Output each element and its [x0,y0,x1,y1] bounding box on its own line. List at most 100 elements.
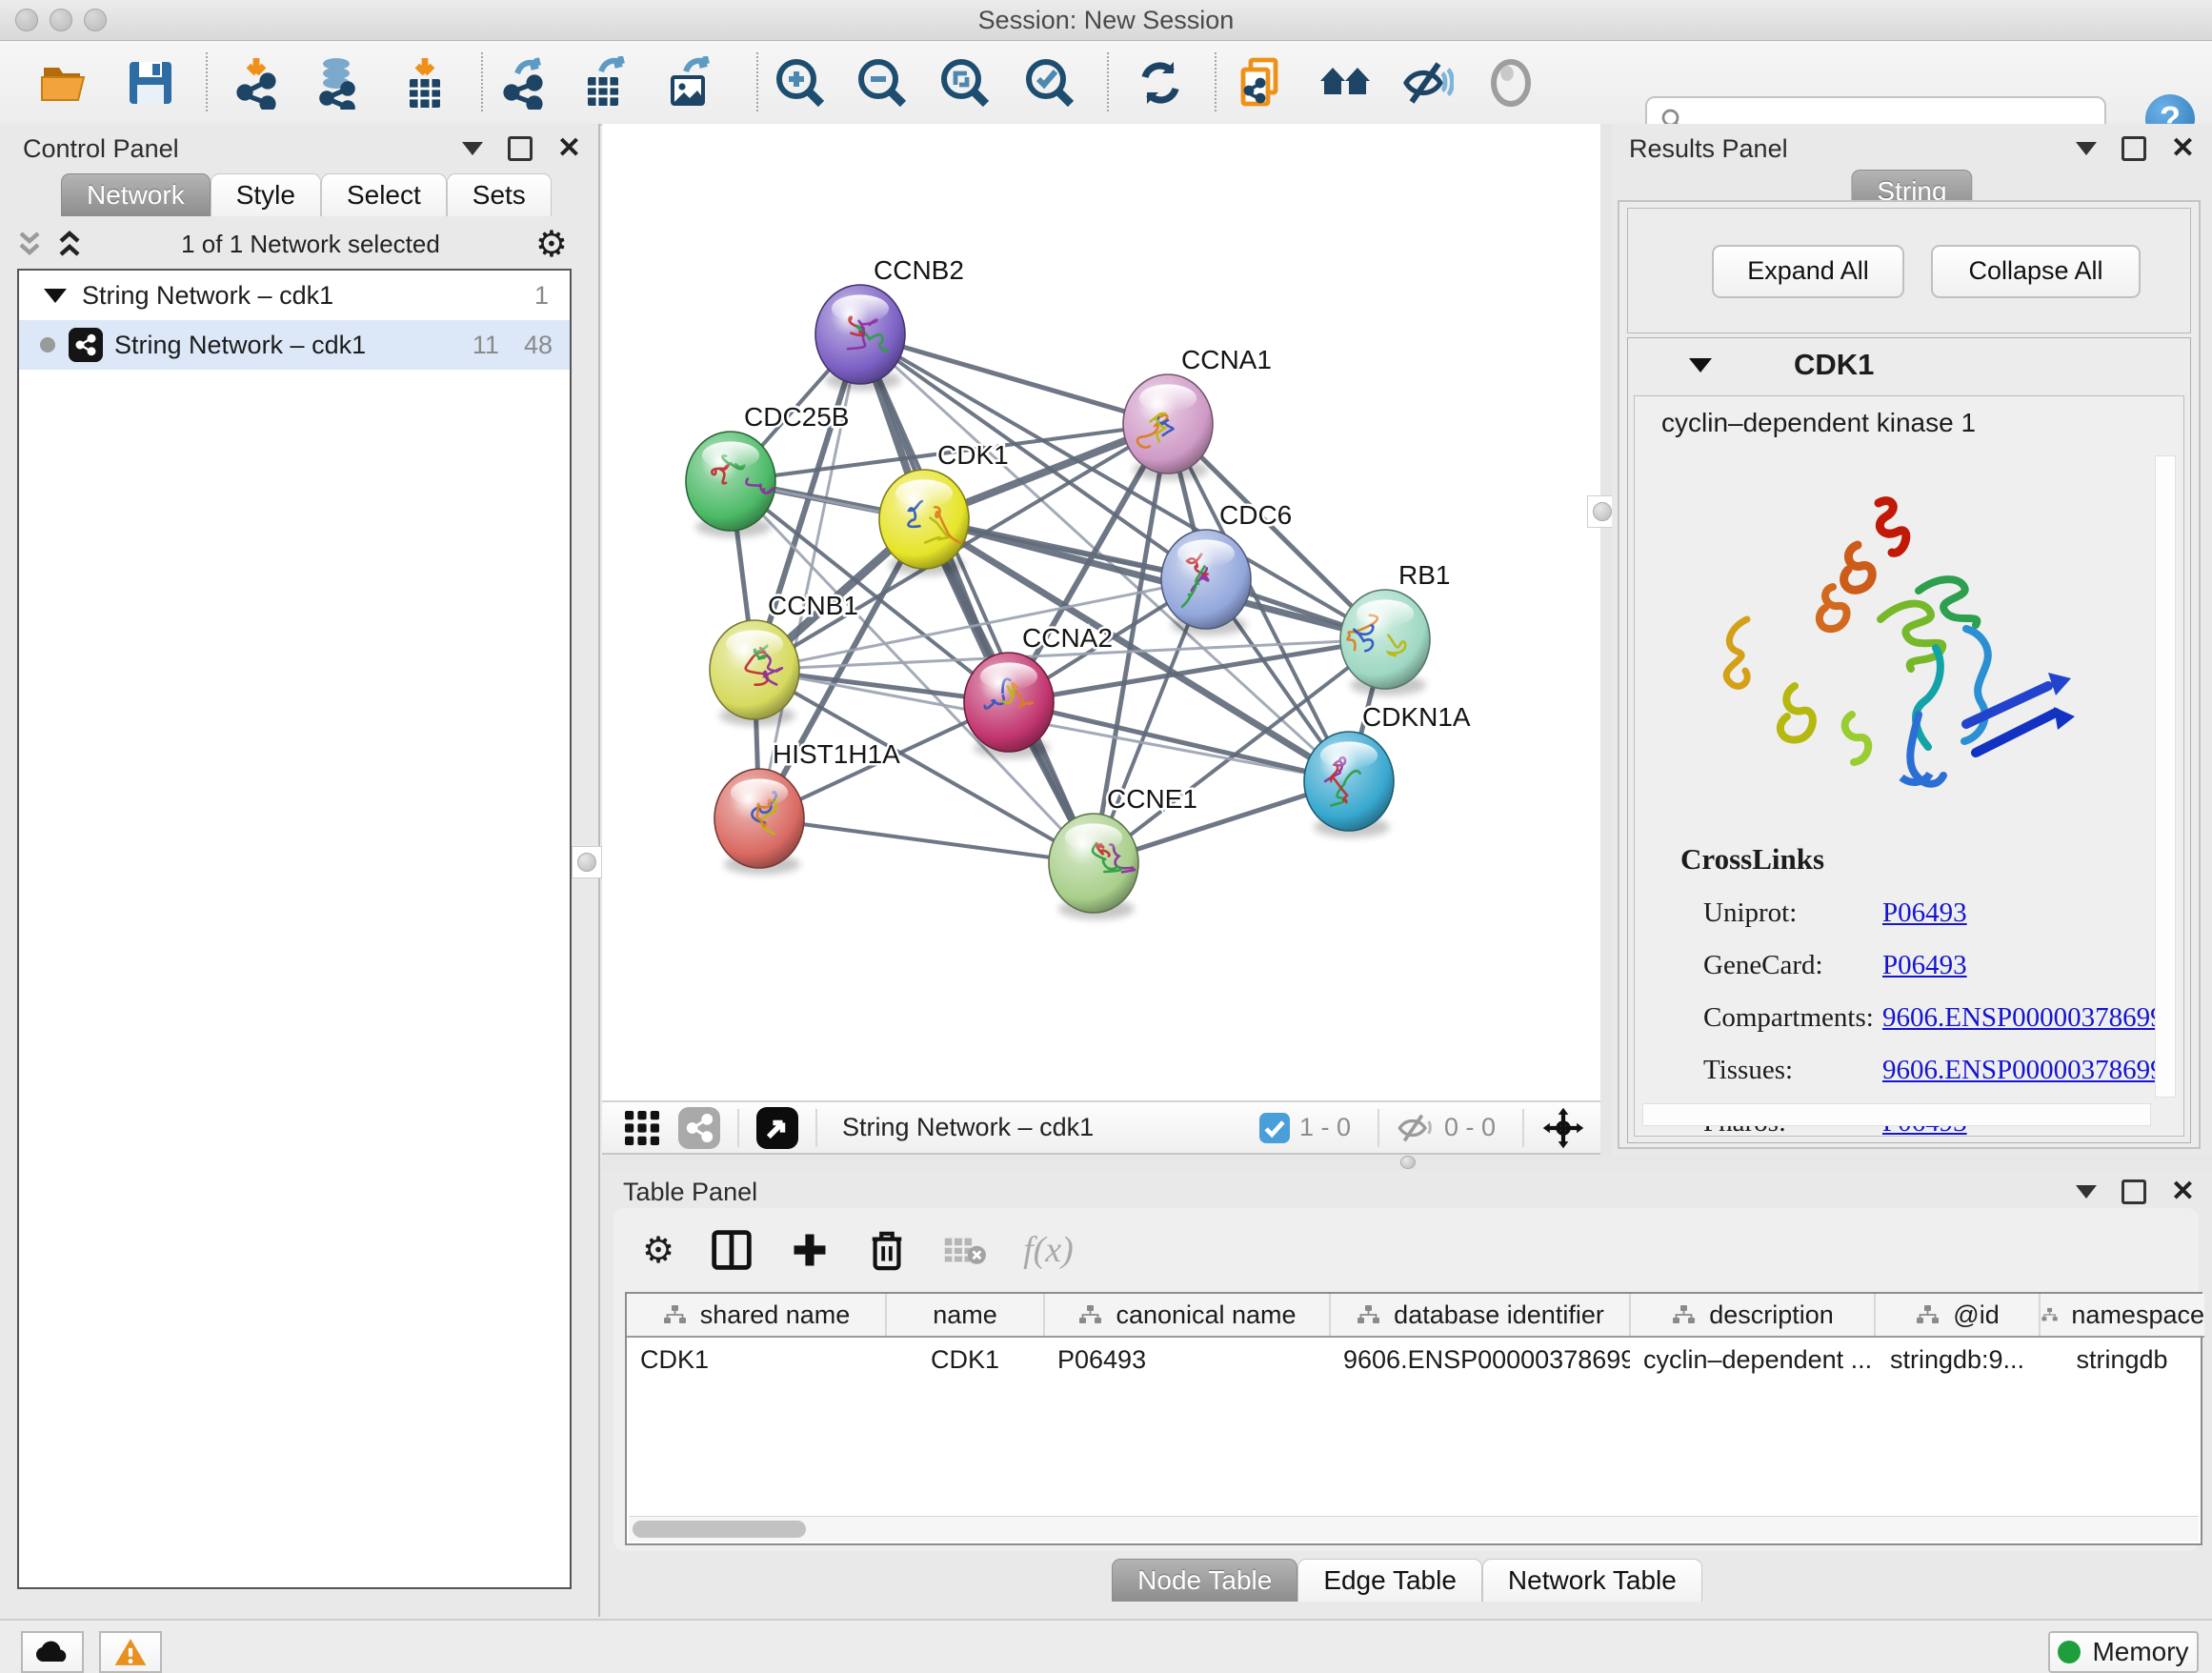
export-image-icon[interactable] [663,56,716,110]
add-column-icon[interactable] [789,1229,831,1271]
zoom-in-icon[interactable] [774,56,827,110]
refresh-icon[interactable] [1134,56,1187,110]
horizontal-splitter[interactable] [602,1155,2212,1170]
export-network-icon[interactable] [498,56,552,110]
results-vertical-scrollbar[interactable] [2155,455,2176,1098]
panel-float-icon[interactable] [2122,136,2146,161]
tab-style[interactable]: Style [211,173,321,216]
table-cell[interactable]: CDK1 [627,1337,886,1381]
table-cell[interactable]: 9606.ENSP00000378699 [1330,1337,1630,1381]
tab-network[interactable]: Network [61,173,211,216]
column-header--id[interactable]: @id [1875,1294,2040,1337]
toolbar-separator [206,52,208,111]
zoom-fit-icon[interactable] [938,56,992,110]
network-view-icon[interactable] [678,1107,720,1149]
panel-menu-icon[interactable] [2076,1185,2097,1199]
column-header-description[interactable]: description [1630,1294,1875,1337]
network-collection-label: String Network – cdk1 [82,281,333,311]
collapse-all-button[interactable]: Collapse All [1931,245,2141,298]
panel-close-icon[interactable]: ✕ [2171,1182,2195,1201]
zoom-selected-icon[interactable] [1023,56,1076,110]
splitter-handle[interactable] [1400,1156,1416,1169]
network-edge[interactable] [759,818,1094,863]
hidden-eye-icon[interactable] [1397,1112,1435,1144]
network-node-hist1h1a[interactable]: HIST1H1A [714,739,900,875]
open-session-icon[interactable] [38,56,91,110]
table-row[interactable]: CDK1CDK1P064939606.ENSP00000378699cyclin… [627,1337,2204,1381]
vertical-splitter[interactable] [1600,124,1612,1155]
panel-close-icon[interactable]: ✕ [2171,139,2195,158]
network-edge[interactable] [1009,702,1349,781]
delete-icon[interactable] [867,1228,907,1272]
table-cell[interactable]: CDK1 [886,1337,1044,1381]
table-container: ⚙ f(x) shared namenamecanonical namedata… [613,1208,2199,1551]
clone-network-icon[interactable] [1236,56,1289,110]
panel-menu-icon[interactable] [462,142,483,155]
column-header-canonical-name[interactable]: canonical name [1044,1294,1330,1337]
column-header-namespace[interactable]: namespace [2040,1294,2204,1337]
window-zoom-button[interactable] [84,9,107,31]
import-table-icon[interactable] [398,56,452,110]
pan-move-icon[interactable] [1541,1106,1585,1150]
network-node-ccnb1[interactable]: CCNB1 [710,591,858,726]
selected-checkbox-icon[interactable] [1259,1113,1290,1143]
network-node-cdkn1a[interactable]: CDKN1A [1304,702,1471,837]
crosslink-value-link[interactable]: 9606.ENSP00000378699 [1882,1055,2164,1086]
panel-close-icon[interactable]: ✕ [557,139,581,158]
table-cell[interactable]: stringdb [2040,1337,2204,1381]
network-node-ccne1[interactable]: CCNE1 [1049,784,1197,919]
table-horizontal-scrollbar[interactable] [629,1516,2199,1542]
import-network-file-icon[interactable] [231,56,285,110]
collapse-all-icon[interactable] [13,230,46,258]
crosslink-value-link[interactable]: 9606.ENSP00000378699 [1882,1002,2164,1034]
table-cell[interactable]: stringdb:9... [1875,1337,2040,1381]
gear-icon[interactable]: ⚙ [535,223,568,265]
gene-section-header[interactable]: CDK1 [1628,338,2190,392]
scrollbar-thumb[interactable] [633,1521,806,1538]
import-network-database-icon[interactable] [312,56,365,110]
column-header-database-identifier[interactable]: database identifier [1330,1294,1630,1337]
tab-edge-table[interactable]: Edge Table [1297,1559,1482,1602]
network-row[interactable]: String Network – cdk1 11 48 [19,320,570,370]
section-caret-icon[interactable] [1689,358,1712,373]
warning-button[interactable] [99,1631,162,1673]
table-cell[interactable]: P06493 [1044,1337,1330,1381]
network-node-ccnb2[interactable]: CCNB2 [815,255,964,391]
column-header-shared-name[interactable]: shared name [627,1294,886,1337]
network-collection-row[interactable]: String Network – cdk1 1 [19,271,570,320]
open-in-new-icon[interactable] [756,1107,798,1149]
zoom-out-icon[interactable] [855,56,909,110]
network-node-ccna1[interactable]: CCNA1 [1123,345,1272,480]
panel-menu-icon[interactable] [2076,142,2097,155]
panel-float-icon[interactable] [508,136,533,161]
window-close-button[interactable] [15,9,38,31]
memory-button[interactable]: Memory [2048,1631,2199,1673]
grid-view-icon[interactable] [623,1109,661,1147]
panel-float-icon[interactable] [2122,1179,2146,1204]
export-table-icon[interactable] [578,56,632,110]
cloud-button[interactable] [21,1631,84,1673]
expand-all-button[interactable]: Expand All [1712,245,1904,298]
save-session-icon[interactable] [124,56,177,110]
crosslink-value-link[interactable]: P06493 [1882,897,1967,929]
tab-sets[interactable]: Sets [447,173,552,216]
results-horizontal-scrollbar[interactable] [1642,1103,2151,1126]
home-view-icon[interactable] [1318,56,1372,110]
column-header-name[interactable]: name [886,1294,1044,1337]
show-columns-icon[interactable] [711,1229,753,1271]
table-cell[interactable]: cyclin–dependent ... [1630,1337,1875,1381]
network-edge[interactable] [860,334,1168,424]
crosslink-value-link[interactable]: P06493 [1882,950,1967,981]
tab-select[interactable]: Select [321,173,447,216]
window-minimize-button[interactable] [50,9,72,31]
show-selection-icon[interactable] [1484,56,1538,110]
expand-all-icon[interactable] [53,230,86,258]
splitter-handle[interactable] [572,846,602,878]
network-view-canvas[interactable]: CCNB2CCNA1CDC25BCDK1CDC6RB1CCNB1CCNA2CDK… [602,124,1600,1100]
tab-node-table[interactable]: Node Table [1112,1559,1297,1602]
network-node-rb1[interactable]: RB1 [1340,560,1450,695]
hide-selection-icon[interactable] [1400,56,1454,110]
tree-caret-icon[interactable] [44,289,67,303]
gear-icon[interactable]: ⚙ [642,1229,674,1271]
tab-network-table[interactable]: Network Table [1482,1559,1702,1602]
